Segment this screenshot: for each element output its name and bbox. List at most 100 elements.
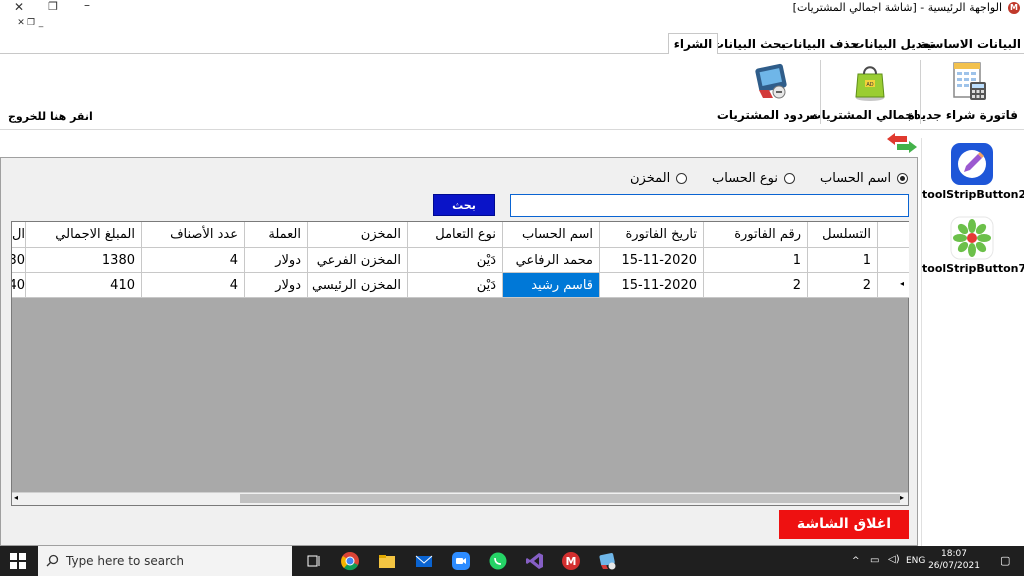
cell-serial[interactable]: 2 <box>808 273 878 298</box>
cell-transaction-type[interactable]: دَيْن <box>408 273 503 298</box>
tab-edit-data[interactable]: تعديل البيانات <box>852 34 934 54</box>
volume-icon[interactable]: ◁) <box>888 554 900 565</box>
cell-invoice-number[interactable]: 1 <box>704 248 808 273</box>
tool-strip-button-7[interactable]: toolStripButton7 <box>922 214 1024 275</box>
mdi-minimize-icon[interactable]: _ <box>34 18 48 28</box>
cell-warehouse[interactable]: المخزن الفرعي <box>308 248 408 273</box>
restore-window-icon[interactable]: ❐ <box>46 0 60 13</box>
cell-transaction-type[interactable]: دَيْن <box>408 248 503 273</box>
close-window-icon[interactable]: ✕ <box>12 0 26 14</box>
purchases-total-label: اجمالي المشتريات <box>809 108 918 122</box>
mail-icon[interactable] <box>414 551 434 571</box>
cell-invoice-date[interactable]: 15-11-2020 <box>600 273 704 298</box>
network-icon[interactable]: ▭ <box>870 555 879 566</box>
language-indicator[interactable]: ENG <box>906 556 925 566</box>
cell-item-count[interactable]: 4 <box>142 248 245 273</box>
search-input[interactable] <box>510 194 909 217</box>
tool-strip-button-2[interactable]: toolStripButton2 <box>922 140 1024 201</box>
cell-account-name-selected[interactable]: قاسم رشيد <box>503 273 600 298</box>
cell-currency[interactable]: دولار <box>245 248 308 273</box>
radio-unchecked-icon <box>676 173 688 184</box>
task-view-icon[interactable] <box>304 551 324 571</box>
search-icon <box>46 554 59 567</box>
cell-total-amount[interactable]: 410 <box>26 273 142 298</box>
visual-studio-icon[interactable] <box>525 551 545 571</box>
flower-settings-icon <box>950 216 994 260</box>
column-header-transaction-type[interactable]: نوع التعامل <box>408 222 503 248</box>
exit-link[interactable]: انقر هنا للخروج <box>8 110 93 123</box>
whatsapp-icon[interactable] <box>488 551 508 571</box>
scroll-right-icon[interactable]: ▸ <box>900 493 904 502</box>
minimize-window-icon[interactable]: – <box>80 0 94 12</box>
taskbar-clock[interactable]: 18:07 26/07/2021 <box>928 548 980 572</box>
cell-partial[interactable]: 30 <box>12 248 26 273</box>
radio-account-name-label: اسم الحساب <box>820 171 892 186</box>
search-button[interactable]: بحث <box>433 194 495 216</box>
new-purchase-invoice-label: فاتورة شراء جديدة <box>907 108 1018 122</box>
radio-warehouse[interactable]: المخزن <box>630 171 688 187</box>
return-cart-taskbar-icon[interactable] <box>598 551 618 571</box>
title-bar: ✕ ❐ – الواجهة الرئيسية - [شاشة اجمالي ال… <box>0 0 1024 16</box>
column-header-partial[interactable]: ال <box>12 222 26 248</box>
swap-arrows-icon[interactable] <box>885 132 919 154</box>
cell-account-name[interactable]: محمد الرفاعي <box>503 248 600 273</box>
cell-warehouse[interactable]: المخزن الرئيسي <box>308 273 408 298</box>
cell-invoice-number[interactable]: 2 <box>704 273 808 298</box>
radio-warehouse-label: المخزن <box>630 171 671 186</box>
calculator-invoice-icon <box>953 62 986 100</box>
scroll-left-icon[interactable]: ◂ <box>14 493 18 502</box>
column-header-total-amount[interactable]: المبلغ الاجمالي <box>26 222 142 248</box>
radio-account-type-label: نوع الحساب <box>712 171 778 186</box>
radio-account-type[interactable]: نوع الحساب <box>712 171 795 187</box>
window-title: الواجهة الرئيسية - [شاشة اجمالي المشتريا… <box>792 1 1002 14</box>
cell-total-amount[interactable]: 1380 <box>26 248 142 273</box>
zoom-icon[interactable] <box>451 551 471 571</box>
tab-basic-data[interactable]: البيانات الاساسية <box>919 34 1021 54</box>
column-header-invoice-date[interactable]: تاريخ الفاتورة <box>600 222 704 248</box>
close-screen-button[interactable]: اغلاق الشاشة <box>779 510 909 539</box>
return-cart-icon <box>755 63 787 99</box>
cell-invoice-date[interactable]: 15-11-2020 <box>600 248 704 273</box>
tool-strip-button-2-label: toolStripButton2 <box>922 188 1024 201</box>
notifications-icon[interactable]: ▢ <box>1000 554 1010 567</box>
radio-checked-icon <box>897 173 909 184</box>
tab-search-data[interactable]: بحث البيانات <box>712 34 786 54</box>
purchases-total-button[interactable]: AD اجمالي المشتريات <box>809 58 918 128</box>
purchase-returns-label: مردود المشتريات <box>716 108 818 122</box>
tool-strip-button-7-label: toolStripButton7 <box>922 262 1024 275</box>
taskbar-search-box[interactable]: Type here to search <box>38 546 292 576</box>
app-icon: M <box>1008 2 1020 14</box>
row-header[interactable]: ◂ <box>878 273 909 298</box>
cell-partial[interactable]: 40 <box>12 273 26 298</box>
column-header-item-count[interactable]: عدد الأصناف <box>142 222 245 248</box>
column-header-warehouse[interactable]: المخزن <box>308 222 408 248</box>
app-m-icon[interactable]: M <box>561 551 581 571</box>
new-purchase-invoice-button[interactable]: فاتورة شراء جديدة <box>907 58 1018 128</box>
row-header[interactable] <box>878 248 909 273</box>
cell-item-count[interactable]: 4 <box>142 273 245 298</box>
current-row-icon: ◂ <box>900 279 905 288</box>
svg-text:AD: AD <box>866 82 873 88</box>
windows-start-icon[interactable] <box>10 553 26 569</box>
chrome-icon[interactable] <box>340 551 360 571</box>
column-header-currency[interactable]: العملة <box>245 222 308 248</box>
column-header-account-name[interactable]: اسم الحساب <box>503 222 600 248</box>
clock-time: 18:07 <box>941 549 967 559</box>
grid-corner-header <box>878 222 909 248</box>
cell-serial[interactable]: 1 <box>808 248 878 273</box>
purchase-returns-button[interactable]: مردود المشتريات <box>716 58 818 128</box>
horizontal-scrollbar-thumb[interactable] <box>240 494 900 503</box>
file-explorer-icon[interactable] <box>377 551 397 571</box>
tab-delete-data[interactable]: حذف البيانات <box>781 34 859 54</box>
radio-account-name[interactable]: اسم الحساب <box>820 171 909 187</box>
clock-date: 26/07/2021 <box>928 561 980 571</box>
cell-currency[interactable]: دولار <box>245 273 308 298</box>
column-header-invoice-number[interactable]: رقم الفاتورة <box>704 222 808 248</box>
taskbar-search-placeholder: Type here to search <box>66 554 184 568</box>
tab-purchases[interactable]: الشراء <box>668 33 718 54</box>
system-tray-chevron-icon[interactable]: ^ <box>852 556 860 566</box>
pencil-edit-icon <box>951 143 993 185</box>
ribbon-separator <box>820 60 821 124</box>
shopping-bag-icon: AD <box>855 66 885 101</box>
column-header-serial[interactable]: التسلسل <box>808 222 878 248</box>
